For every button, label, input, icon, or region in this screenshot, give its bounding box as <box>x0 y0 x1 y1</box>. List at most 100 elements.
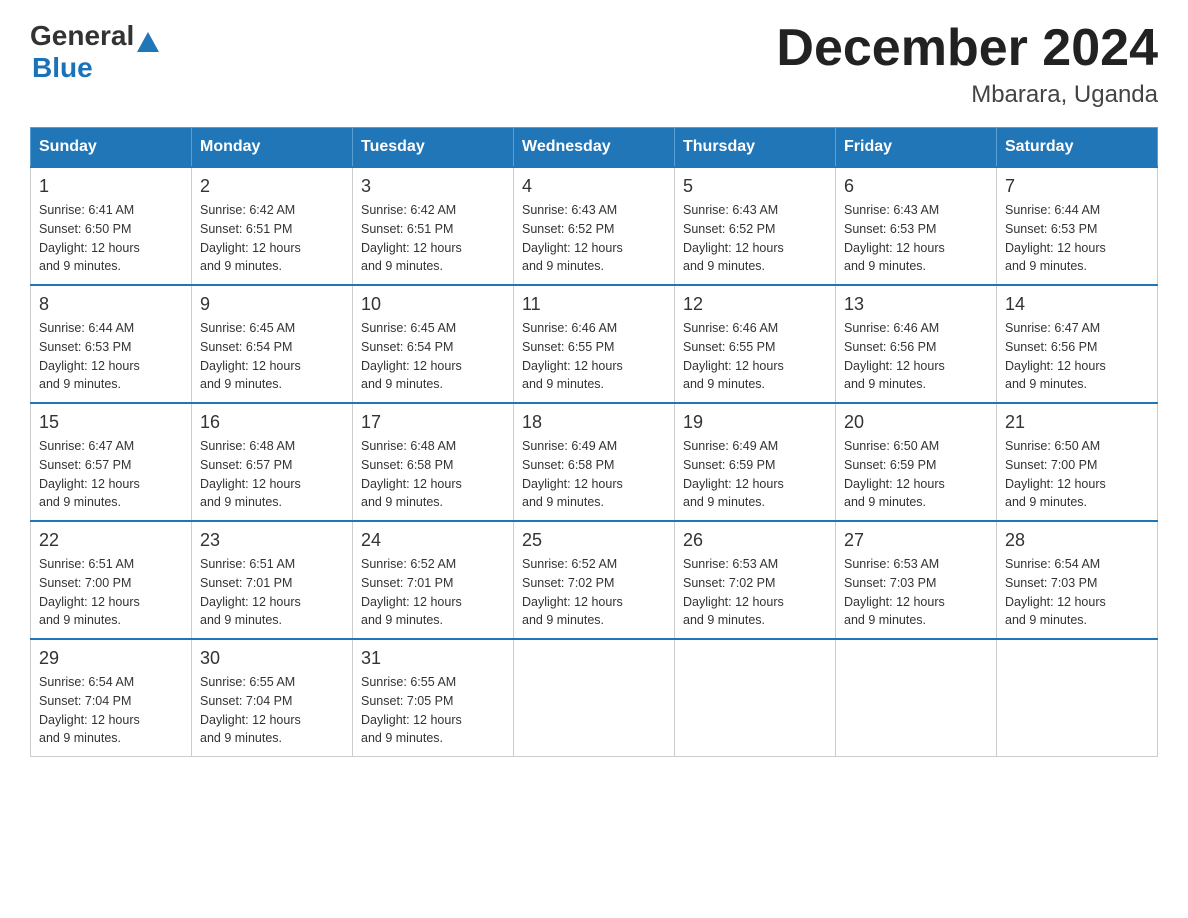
calendar-cell: 8 Sunrise: 6:44 AM Sunset: 6:53 PM Dayli… <box>31 285 192 403</box>
calendar-cell: 14 Sunrise: 6:47 AM Sunset: 6:56 PM Dayl… <box>997 285 1158 403</box>
day-number: 17 <box>361 412 505 433</box>
col-friday: Friday <box>836 128 997 168</box>
day-info: Sunrise: 6:51 AM Sunset: 7:01 PM Dayligh… <box>200 555 344 630</box>
day-number: 7 <box>1005 176 1149 197</box>
day-info: Sunrise: 6:44 AM Sunset: 6:53 PM Dayligh… <box>1005 201 1149 276</box>
calendar-cell: 27 Sunrise: 6:53 AM Sunset: 7:03 PM Dayl… <box>836 521 997 639</box>
day-number: 12 <box>683 294 827 315</box>
day-info: Sunrise: 6:50 AM Sunset: 6:59 PM Dayligh… <box>844 437 988 512</box>
calendar-table: Sunday Monday Tuesday Wednesday Thursday… <box>30 127 1158 757</box>
calendar-cell: 26 Sunrise: 6:53 AM Sunset: 7:02 PM Dayl… <box>675 521 836 639</box>
day-number: 5 <box>683 176 827 197</box>
day-number: 26 <box>683 530 827 551</box>
day-info: Sunrise: 6:49 AM Sunset: 6:58 PM Dayligh… <box>522 437 666 512</box>
calendar-cell: 9 Sunrise: 6:45 AM Sunset: 6:54 PM Dayli… <box>192 285 353 403</box>
calendar-cell: 30 Sunrise: 6:55 AM Sunset: 7:04 PM Dayl… <box>192 639 353 757</box>
logo-triangle-icon <box>137 32 159 52</box>
page-header: General Blue December 2024 Mbarara, Ugan… <box>30 20 1158 109</box>
day-number: 20 <box>844 412 988 433</box>
day-info: Sunrise: 6:43 AM Sunset: 6:53 PM Dayligh… <box>844 201 988 276</box>
calendar-cell: 21 Sunrise: 6:50 AM Sunset: 7:00 PM Dayl… <box>997 403 1158 521</box>
day-info: Sunrise: 6:54 AM Sunset: 7:04 PM Dayligh… <box>39 673 183 748</box>
day-number: 4 <box>522 176 666 197</box>
col-monday: Monday <box>192 128 353 168</box>
calendar-cell: 11 Sunrise: 6:46 AM Sunset: 6:55 PM Dayl… <box>514 285 675 403</box>
calendar-cell: 10 Sunrise: 6:45 AM Sunset: 6:54 PM Dayl… <box>353 285 514 403</box>
calendar-cell: 20 Sunrise: 6:50 AM Sunset: 6:59 PM Dayl… <box>836 403 997 521</box>
calendar-cell: 7 Sunrise: 6:44 AM Sunset: 6:53 PM Dayli… <box>997 167 1158 285</box>
col-sunday: Sunday <box>31 128 192 168</box>
day-info: Sunrise: 6:41 AM Sunset: 6:50 PM Dayligh… <box>39 201 183 276</box>
day-number: 24 <box>361 530 505 551</box>
logo-blue-text: Blue <box>32 52 93 83</box>
page-title: December 2024 <box>776 20 1158 77</box>
day-number: 27 <box>844 530 988 551</box>
calendar-cell: 23 Sunrise: 6:51 AM Sunset: 7:01 PM Dayl… <box>192 521 353 639</box>
day-info: Sunrise: 6:47 AM Sunset: 6:56 PM Dayligh… <box>1005 319 1149 394</box>
day-info: Sunrise: 6:53 AM Sunset: 7:02 PM Dayligh… <box>683 555 827 630</box>
day-number: 3 <box>361 176 505 197</box>
day-info: Sunrise: 6:55 AM Sunset: 7:04 PM Dayligh… <box>200 673 344 748</box>
day-info: Sunrise: 6:51 AM Sunset: 7:00 PM Dayligh… <box>39 555 183 630</box>
col-tuesday: Tuesday <box>353 128 514 168</box>
day-number: 18 <box>522 412 666 433</box>
day-number: 9 <box>200 294 344 315</box>
day-info: Sunrise: 6:53 AM Sunset: 7:03 PM Dayligh… <box>844 555 988 630</box>
logo-general-text: General <box>30 20 134 52</box>
calendar-cell: 3 Sunrise: 6:42 AM Sunset: 6:51 PM Dayli… <box>353 167 514 285</box>
day-number: 22 <box>39 530 183 551</box>
day-info: Sunrise: 6:54 AM Sunset: 7:03 PM Dayligh… <box>1005 555 1149 630</box>
day-number: 19 <box>683 412 827 433</box>
logo-icon: General Blue <box>30 20 159 84</box>
day-number: 31 <box>361 648 505 669</box>
calendar-cell: 6 Sunrise: 6:43 AM Sunset: 6:53 PM Dayli… <box>836 167 997 285</box>
calendar-week-4: 22 Sunrise: 6:51 AM Sunset: 7:00 PM Dayl… <box>31 521 1158 639</box>
page-subtitle: Mbarara, Uganda <box>776 81 1158 109</box>
day-info: Sunrise: 6:48 AM Sunset: 6:58 PM Dayligh… <box>361 437 505 512</box>
calendar-cell <box>997 639 1158 757</box>
day-number: 25 <box>522 530 666 551</box>
day-info: Sunrise: 6:52 AM Sunset: 7:02 PM Dayligh… <box>522 555 666 630</box>
calendar-cell: 25 Sunrise: 6:52 AM Sunset: 7:02 PM Dayl… <box>514 521 675 639</box>
day-info: Sunrise: 6:47 AM Sunset: 6:57 PM Dayligh… <box>39 437 183 512</box>
calendar-cell: 18 Sunrise: 6:49 AM Sunset: 6:58 PM Dayl… <box>514 403 675 521</box>
calendar-cell <box>514 639 675 757</box>
day-number: 10 <box>361 294 505 315</box>
calendar-week-5: 29 Sunrise: 6:54 AM Sunset: 7:04 PM Dayl… <box>31 639 1158 757</box>
day-info: Sunrise: 6:49 AM Sunset: 6:59 PM Dayligh… <box>683 437 827 512</box>
day-number: 13 <box>844 294 988 315</box>
calendar-cell: 22 Sunrise: 6:51 AM Sunset: 7:00 PM Dayl… <box>31 521 192 639</box>
day-info: Sunrise: 6:44 AM Sunset: 6:53 PM Dayligh… <box>39 319 183 394</box>
day-info: Sunrise: 6:45 AM Sunset: 6:54 PM Dayligh… <box>361 319 505 394</box>
day-info: Sunrise: 6:42 AM Sunset: 6:51 PM Dayligh… <box>200 201 344 276</box>
day-info: Sunrise: 6:52 AM Sunset: 7:01 PM Dayligh… <box>361 555 505 630</box>
day-info: Sunrise: 6:55 AM Sunset: 7:05 PM Dayligh… <box>361 673 505 748</box>
day-number: 11 <box>522 294 666 315</box>
day-info: Sunrise: 6:46 AM Sunset: 6:55 PM Dayligh… <box>683 319 827 394</box>
logo: General Blue <box>30 20 159 84</box>
calendar-cell: 28 Sunrise: 6:54 AM Sunset: 7:03 PM Dayl… <box>997 521 1158 639</box>
calendar-cell: 16 Sunrise: 6:48 AM Sunset: 6:57 PM Dayl… <box>192 403 353 521</box>
col-saturday: Saturday <box>997 128 1158 168</box>
calendar-week-1: 1 Sunrise: 6:41 AM Sunset: 6:50 PM Dayli… <box>31 167 1158 285</box>
calendar-cell: 31 Sunrise: 6:55 AM Sunset: 7:05 PM Dayl… <box>353 639 514 757</box>
calendar-cell: 1 Sunrise: 6:41 AM Sunset: 6:50 PM Dayli… <box>31 167 192 285</box>
calendar-week-2: 8 Sunrise: 6:44 AM Sunset: 6:53 PM Dayli… <box>31 285 1158 403</box>
calendar-cell: 29 Sunrise: 6:54 AM Sunset: 7:04 PM Dayl… <box>31 639 192 757</box>
calendar-cell: 4 Sunrise: 6:43 AM Sunset: 6:52 PM Dayli… <box>514 167 675 285</box>
day-info: Sunrise: 6:46 AM Sunset: 6:56 PM Dayligh… <box>844 319 988 394</box>
day-info: Sunrise: 6:43 AM Sunset: 6:52 PM Dayligh… <box>683 201 827 276</box>
calendar-cell: 19 Sunrise: 6:49 AM Sunset: 6:59 PM Dayl… <box>675 403 836 521</box>
day-number: 2 <box>200 176 344 197</box>
calendar-cell <box>836 639 997 757</box>
calendar-cell: 5 Sunrise: 6:43 AM Sunset: 6:52 PM Dayli… <box>675 167 836 285</box>
calendar-week-3: 15 Sunrise: 6:47 AM Sunset: 6:57 PM Dayl… <box>31 403 1158 521</box>
day-info: Sunrise: 6:42 AM Sunset: 6:51 PM Dayligh… <box>361 201 505 276</box>
day-number: 8 <box>39 294 183 315</box>
day-number: 1 <box>39 176 183 197</box>
day-number: 29 <box>39 648 183 669</box>
calendar-cell: 2 Sunrise: 6:42 AM Sunset: 6:51 PM Dayli… <box>192 167 353 285</box>
day-number: 21 <box>1005 412 1149 433</box>
calendar-cell: 13 Sunrise: 6:46 AM Sunset: 6:56 PM Dayl… <box>836 285 997 403</box>
day-number: 16 <box>200 412 344 433</box>
